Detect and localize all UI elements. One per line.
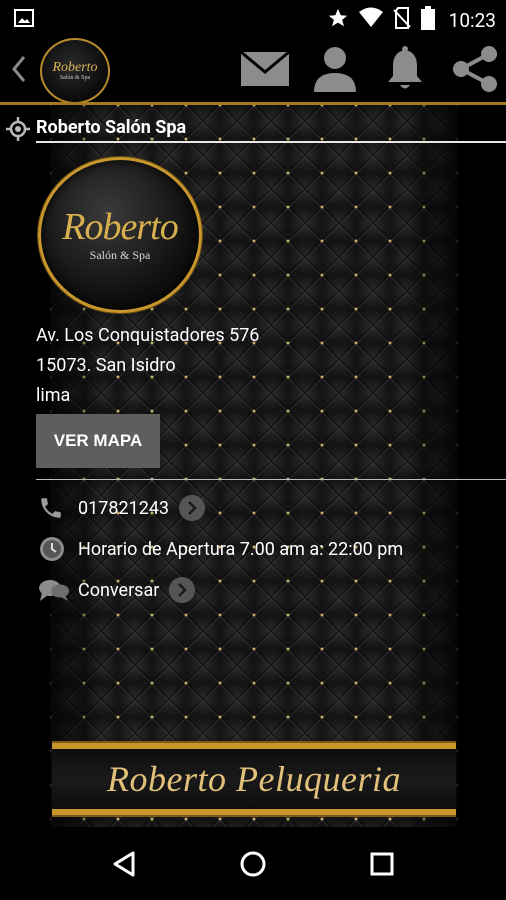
view-map-button[interactable]: VER MAPA bbox=[36, 414, 160, 468]
address-line-2: 15073. San Isidro bbox=[36, 355, 176, 376]
bell-icon bbox=[388, 46, 422, 89]
section-divider bbox=[36, 479, 506, 480]
back-button[interactable] bbox=[8, 54, 30, 84]
battery-icon bbox=[420, 6, 435, 34]
clock: 10:23 bbox=[448, 8, 496, 32]
phone-icon bbox=[38, 494, 72, 522]
opening-hours: Horario de Apertura 7.00 am a: 22:00 pm bbox=[78, 538, 404, 560]
chevron-right-icon[interactable] bbox=[179, 495, 206, 521]
address-line-3: lima bbox=[36, 385, 71, 406]
share-icon bbox=[453, 46, 497, 92]
address-line-1: Av. Los Conquistadores 576 bbox=[36, 325, 260, 346]
app-bar: Roberto Salón & Spa bbox=[0, 36, 506, 104]
hours-row: Horario de Apertura 7.00 am a: 22:00 pm bbox=[38, 535, 403, 563]
business-logo-title: Roberto bbox=[62, 205, 178, 248]
brand-banner: Roberto Peluqueria bbox=[52, 743, 456, 815]
profile-button[interactable] bbox=[310, 44, 360, 94]
business-name: Roberto Salón Spa bbox=[36, 117, 187, 138]
phone-number: 017821243 bbox=[78, 497, 170, 519]
no-sim-icon bbox=[392, 7, 411, 33]
location-icon bbox=[6, 117, 30, 141]
business-logo: Roberto Salón & Spa bbox=[38, 157, 202, 313]
square-recents-icon bbox=[370, 852, 394, 875]
circle-home-icon bbox=[240, 851, 266, 876]
chat-label: Conversar bbox=[78, 579, 160, 601]
chevron-left-icon bbox=[12, 56, 26, 82]
triangle-back-icon bbox=[113, 851, 135, 876]
share-button[interactable] bbox=[450, 44, 500, 94]
phone-row[interactable]: 017821243 bbox=[38, 494, 206, 522]
app-logo[interactable]: Roberto Salón & Spa bbox=[40, 38, 110, 104]
chat-row[interactable]: Conversar bbox=[38, 576, 196, 604]
chat-icon bbox=[38, 576, 72, 604]
mail-icon bbox=[240, 50, 290, 86]
app-logo-title: Roberto bbox=[52, 60, 98, 75]
nav-recents-button[interactable] bbox=[362, 844, 402, 884]
title-divider bbox=[36, 141, 506, 143]
nav-back-button[interactable] bbox=[104, 844, 144, 884]
mail-button[interactable] bbox=[240, 44, 290, 94]
brand-banner-text: Roberto Peluqueria bbox=[107, 759, 401, 799]
chevron-right-icon[interactable] bbox=[169, 577, 196, 603]
business-detail: Roberto Salón Spa Roberto Salón & Spa Av… bbox=[0, 105, 506, 827]
system-nav-bar bbox=[0, 827, 506, 900]
clock-icon bbox=[38, 535, 72, 563]
image-notification-icon bbox=[14, 9, 34, 31]
wifi-icon bbox=[358, 7, 383, 33]
app-logo-subtitle: Salón & Spa bbox=[59, 75, 91, 81]
nav-home-button[interactable] bbox=[233, 844, 273, 884]
business-logo-subtitle: Salón & Spa bbox=[89, 247, 151, 262]
notifications-button[interactable] bbox=[380, 44, 430, 94]
status-bar: 10:23 bbox=[0, 0, 506, 36]
star-icon bbox=[327, 7, 349, 33]
person-icon bbox=[314, 47, 356, 92]
